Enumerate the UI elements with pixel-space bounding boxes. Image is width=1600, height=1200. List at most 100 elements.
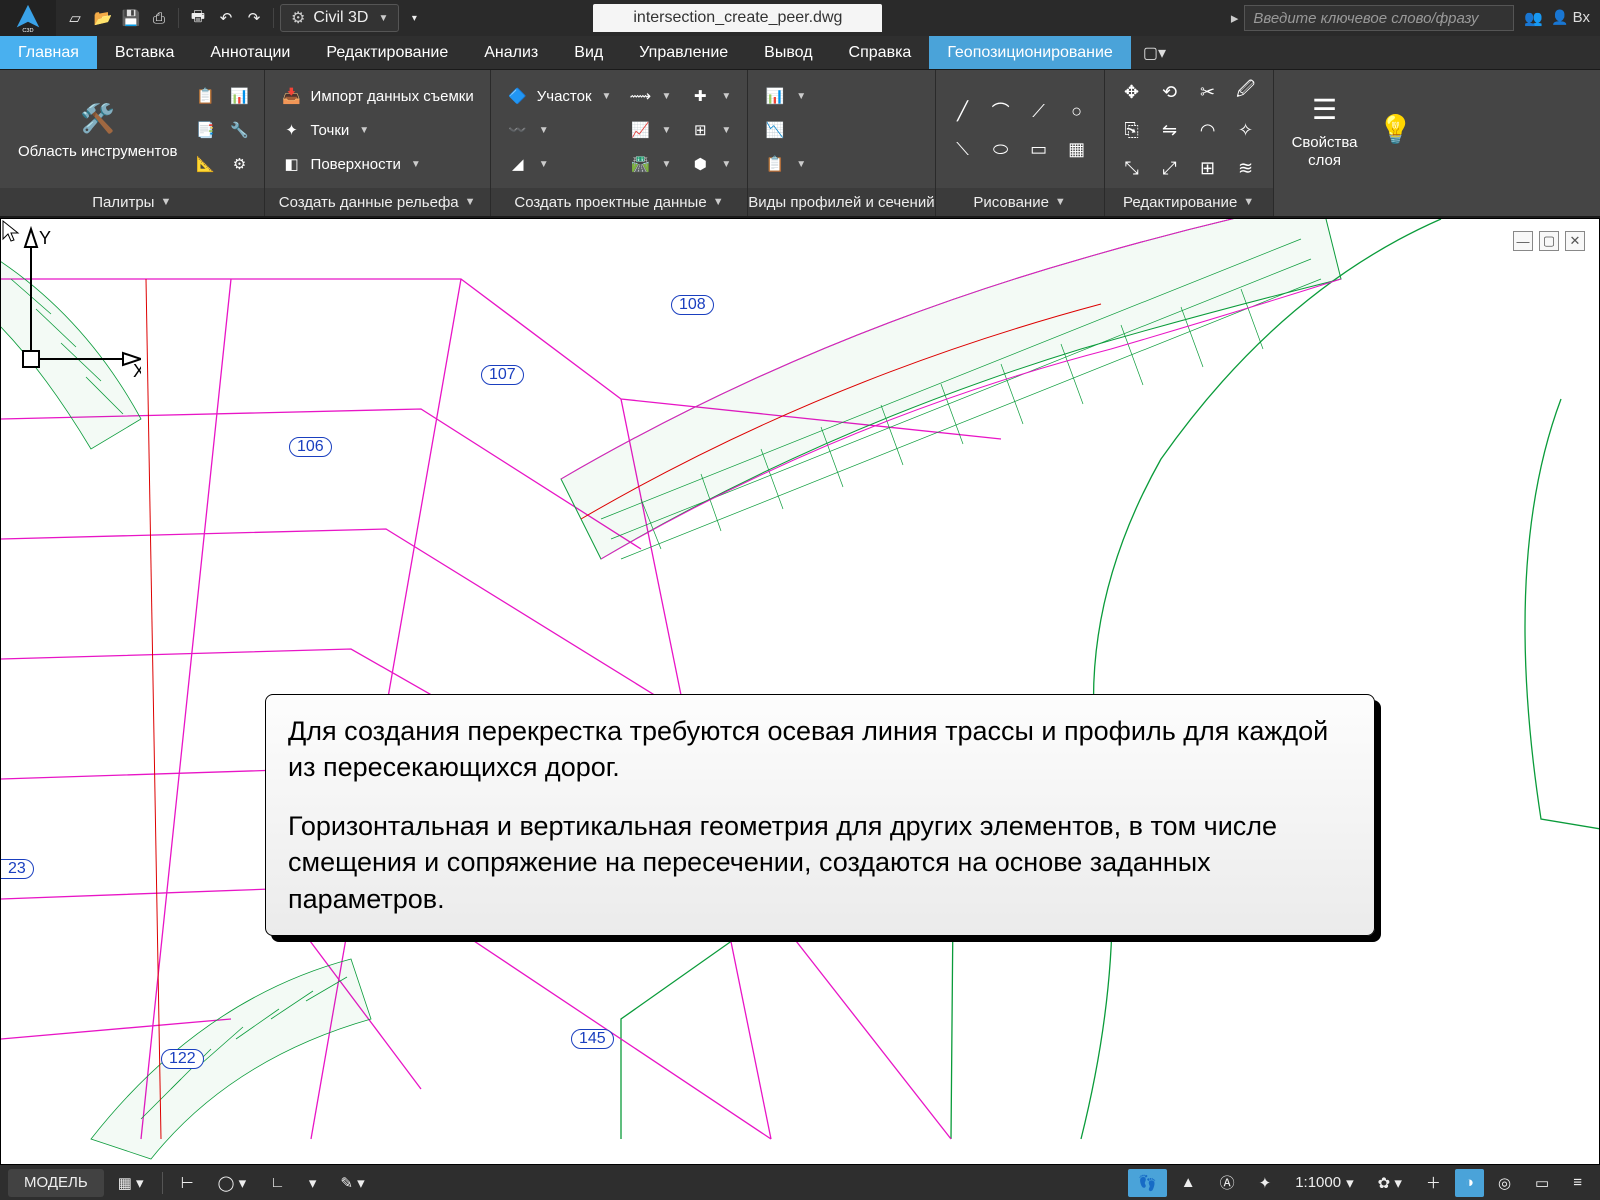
polyline-icon[interactable]: ⟋ (1022, 94, 1056, 128)
mirror-icon[interactable]: ⇋ (1153, 113, 1187, 147)
surfaces-button[interactable]: ◧Поверхности▼ (275, 150, 480, 178)
corridor-button[interactable]: 🛣️▼ (623, 150, 677, 178)
fillet-icon[interactable]: ◠ (1191, 113, 1225, 147)
lightbulb-button[interactable]: 💡 (1371, 110, 1419, 150)
circle-icon[interactable]: ○ (1060, 94, 1094, 128)
array-icon[interactable]: ⊞ (1191, 151, 1225, 185)
copy-icon[interactable]: ⎘ (1115, 113, 1149, 147)
panel-draw: ╱ ⌒ ⟋ ○ ⟍ ⬭ ▭ ▦ Рисование▼ (936, 70, 1105, 216)
palette-btn-1[interactable]: 📋 (192, 82, 220, 110)
sb-tool-2[interactable]: ▲ (1171, 1169, 1206, 1197)
sectionview-button[interactable]: 📋▼ (758, 150, 812, 178)
svg-text:Y: Y (39, 228, 51, 248)
signin-button[interactable]: 👤 Вх (1551, 9, 1590, 27)
scale-icon[interactable]: ⤢ (1153, 151, 1187, 185)
grid-toggle-icon[interactable]: ▦ ▾ (108, 1169, 154, 1197)
alignment-button[interactable]: ⟿▼ (623, 82, 677, 110)
palette-btn-6[interactable]: ⚙ (226, 150, 254, 178)
maximize-icon[interactable]: ▢ (1539, 231, 1559, 251)
profileview-button[interactable]: 📊▼ (758, 82, 812, 110)
app-logo[interactable]: C3D (0, 0, 56, 36)
alignment-icon: ⟿ (629, 85, 651, 107)
intersection-button[interactable]: ✚▼ (683, 82, 737, 110)
osnap-toggle-icon[interactable]: ▾ (299, 1169, 327, 1197)
infocenter-icon[interactable]: 👥 (1524, 9, 1543, 27)
sb-tool-4[interactable]: ✦ (1249, 1169, 1282, 1197)
rectangle-icon[interactable]: ▭ (1022, 132, 1056, 166)
rotate-icon[interactable]: ⟲ (1153, 75, 1187, 109)
qat-print-icon[interactable]: 🖶 (185, 5, 211, 31)
document-tab[interactable]: intersection_create_peer.dwg (593, 4, 882, 32)
pipenetwork-button[interactable]: ⬢▼ (683, 150, 737, 178)
snap-toggle-icon[interactable]: ⊢ (171, 1169, 204, 1197)
drawing-canvas[interactable]: — ▢ ✕ 108 107 106 147 146 145 122 23 Для… (0, 218, 1600, 1200)
tab-insert[interactable]: Вставка (97, 36, 192, 69)
xline-icon[interactable]: ⟍ (946, 132, 980, 166)
toolspace-button[interactable]: 🛠️ Область инструментов (10, 97, 186, 163)
annotation-scale[interactable]: 1:1000 ▾ (1285, 1169, 1363, 1197)
qat-save-icon[interactable]: 💾 (118, 5, 144, 31)
workspace-switcher[interactable]: ⚙ Civil 3D ▼ (280, 4, 399, 32)
parcel-label: 23 (1, 859, 34, 879)
tab-analyze[interactable]: Анализ (466, 36, 556, 69)
ortho-toggle-icon[interactable]: ∟ (260, 1169, 295, 1197)
qat-dropdown-icon[interactable]: ▾ (401, 5, 427, 31)
sampleline-icon: 📉 (764, 119, 786, 141)
qat-open-icon[interactable]: 📂 (90, 5, 116, 31)
sb-cycle-icon[interactable]: ◑ (1455, 1169, 1484, 1197)
design-btn-2[interactable]: 〰️▼ (501, 116, 618, 144)
points-icon: ✦ (281, 119, 303, 141)
layer-properties-button[interactable]: ☰ Свойства слоя (1284, 88, 1366, 172)
modelspace-toggle[interactable]: МОДЕЛЬ (8, 1169, 104, 1197)
line-icon[interactable]: ╱ (946, 94, 980, 128)
sampleline-button[interactable]: 📉 (758, 116, 812, 144)
explode-icon[interactable]: ✧ (1229, 113, 1263, 147)
ellipse-icon[interactable]: ⬭ (984, 132, 1018, 166)
gear-icon: ⚙ (291, 8, 305, 28)
import-survey-button[interactable]: 📥Импорт данных съемки (275, 82, 480, 110)
search-input[interactable]: Введите ключевое слово/фразу (1244, 5, 1514, 31)
erase-icon[interactable]: 🖉 (1229, 75, 1263, 109)
arc-icon[interactable]: ⌒ (984, 94, 1018, 128)
palette-btn-3[interactable]: 📑 (192, 116, 220, 144)
ribbon: 🛠️ Область инструментов 📋 📊 📑 🔧 📐 ⚙ Пали… (0, 70, 1600, 218)
tab-geolocation[interactable]: Геопозиционирование (929, 36, 1131, 69)
move-icon[interactable]: ✥ (1115, 75, 1149, 109)
search-prefix-icon: ▸ (1231, 9, 1239, 27)
tab-view[interactable]: Вид (556, 36, 621, 69)
qat-saveas-icon[interactable]: ⎙ (146, 5, 172, 31)
sb-tool-3[interactable]: Ⓐ (1210, 1169, 1245, 1197)
qat-new-icon[interactable]: ▱ (62, 5, 88, 31)
sb-tool-1[interactable]: 👣 (1128, 1169, 1167, 1197)
palette-btn-5[interactable]: 📐 (192, 150, 220, 178)
minimize-icon[interactable]: — (1513, 231, 1533, 251)
tab-manage[interactable]: Управление (621, 36, 746, 69)
assembly-button[interactable]: ⊞▼ (683, 116, 737, 144)
offset-icon[interactable]: ≋ (1229, 151, 1263, 185)
palette-btn-2[interactable]: 📊 (226, 82, 254, 110)
sb-customize-icon[interactable]: ≡ (1563, 1169, 1592, 1197)
tab-annotations[interactable]: Аннотации (192, 36, 308, 69)
tab-addins-icon[interactable]: ▢▾ (1131, 36, 1178, 69)
close-icon[interactable]: ✕ (1565, 231, 1585, 251)
hatch-icon[interactable]: ▦ (1060, 132, 1094, 166)
polar-toggle-icon[interactable]: ◯ ▾ (208, 1169, 256, 1197)
sb-isolate-icon[interactable]: ◎ (1488, 1169, 1521, 1197)
stretch-icon[interactable]: ⤡ (1115, 151, 1149, 185)
dynamic-input-icon[interactable]: ✎ ▾ (330, 1169, 374, 1197)
qat-undo-icon[interactable]: ↶ (213, 5, 239, 31)
sb-plus-icon[interactable]: ＋ (1416, 1169, 1451, 1197)
tab-help[interactable]: Справка (831, 36, 930, 69)
palette-btn-4[interactable]: 🔧 (226, 116, 254, 144)
tab-output[interactable]: Вывод (746, 36, 830, 69)
points-button[interactable]: ✦Точки▼ (275, 116, 480, 144)
sb-cleanscreen-icon[interactable]: ▭ (1525, 1169, 1559, 1197)
qat-redo-icon[interactable]: ↷ (241, 5, 267, 31)
profile-button[interactable]: 📈▼ (623, 116, 677, 144)
sb-settings-icon[interactable]: ✿ ▾ (1368, 1169, 1412, 1197)
parcel-button[interactable]: 🔷Участок▼ (501, 82, 618, 110)
tab-home[interactable]: Главная (0, 36, 97, 69)
trim-icon[interactable]: ✂ (1191, 75, 1225, 109)
design-btn-3[interactable]: ◢▼ (501, 150, 618, 178)
tab-edit[interactable]: Редактирование (308, 36, 466, 69)
